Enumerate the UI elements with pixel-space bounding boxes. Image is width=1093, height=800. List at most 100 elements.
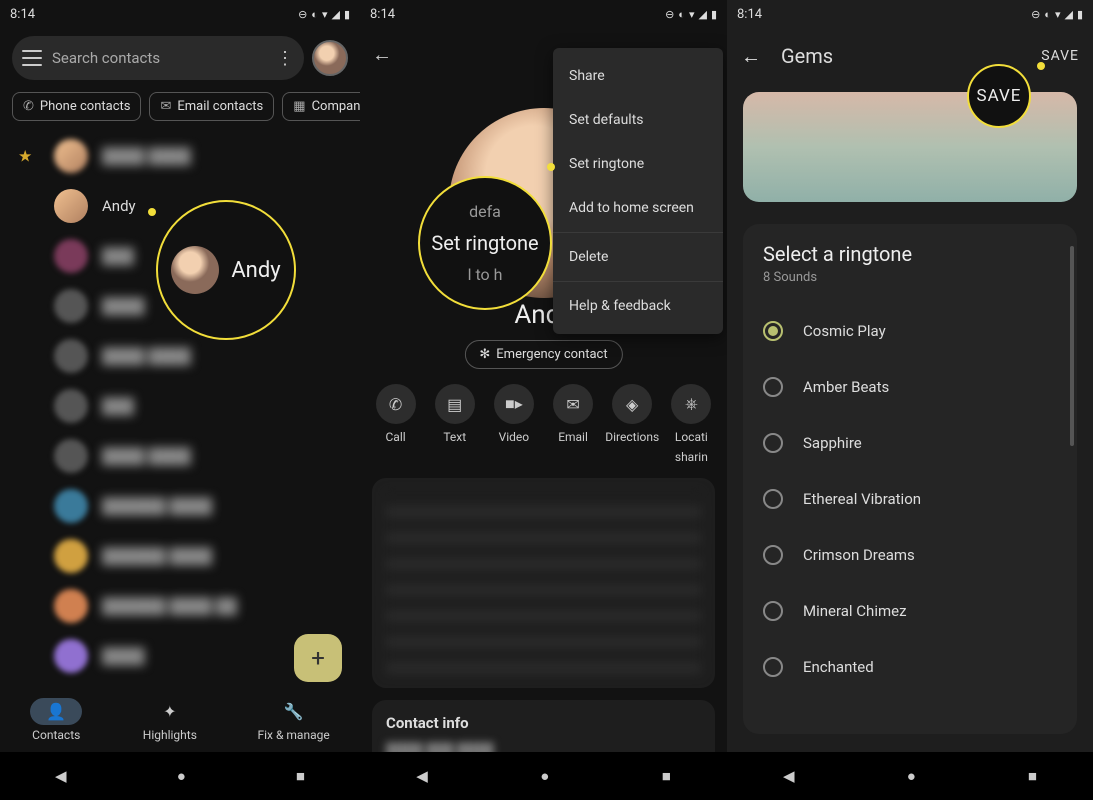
menu-share[interactable]: Share <box>553 54 723 98</box>
menu-help[interactable]: Help & feedback <box>553 284 723 328</box>
search-row: Search contacts ⋮ <box>0 28 360 88</box>
contact-avatar <box>54 589 88 623</box>
fab-add-contact[interactable]: + <box>294 634 342 682</box>
panel-contacts-list: 8:14 ⊖ ◐ ▾ ◢ ▮ Search contacts ⋮ ✆ Phone… <box>0 0 360 800</box>
chip-phone-contacts[interactable]: ✆ Phone contacts <box>12 92 141 121</box>
profile-avatar[interactable] <box>312 40 348 76</box>
wifi-icon: ▾ <box>322 8 328 21</box>
home-icon[interactable]: ● <box>540 767 549 785</box>
contact-avatar <box>54 489 88 523</box>
zoom-label: SAVE <box>977 86 1022 106</box>
back-arrow-icon[interactable]: ← <box>741 44 761 69</box>
nav-fix-manage[interactable]: 🔧 Fix & manage <box>257 698 329 742</box>
contact-row[interactable]: ██████ ████ <box>0 531 360 581</box>
nav-label: Highlights <box>143 728 197 742</box>
vibrate-icon: ◐ <box>1044 8 1051 21</box>
scrollbar[interactable] <box>1070 246 1074 446</box>
ringtone-option[interactable]: Sapphire <box>763 415 1057 471</box>
back-arrow-icon[interactable]: ← <box>372 42 392 67</box>
status-time: 8:14 <box>10 7 35 22</box>
action-video[interactable]: ■▸ Video <box>486 384 542 464</box>
highlights-icon: ✦ <box>147 698 192 725</box>
menu-delete[interactable]: Delete <box>553 235 723 279</box>
contact-avatar <box>54 239 88 273</box>
ringtone-header: ← Gems SAVE <box>727 28 1093 84</box>
back-icon[interactable]: ◀ <box>416 767 428 785</box>
nav-label: Contacts <box>32 728 80 742</box>
highlight-point <box>1037 62 1045 70</box>
action-directions[interactable]: ◈ Directions <box>604 384 660 464</box>
recent-icon[interactable]: ■ <box>1028 767 1037 785</box>
contact-row[interactable]: ██████ ████ ██ <box>0 581 360 631</box>
radio-icon <box>763 601 783 621</box>
ringtone-option[interactable]: Enchanted <box>763 639 1057 695</box>
bottom-nav: 👤 Contacts ✦ Highlights 🔧 Fix & manage <box>0 688 360 752</box>
contact-row[interactable]: ████ ████ <box>0 431 360 481</box>
dnd-icon: ⊖ <box>298 8 307 21</box>
ringtone-name: Enchanted <box>803 658 874 676</box>
hamburger-icon[interactable] <box>22 50 42 66</box>
home-icon[interactable]: ● <box>177 767 186 785</box>
back-icon[interactable]: ◀ <box>783 767 795 785</box>
contact-avatar <box>54 189 88 223</box>
home-icon[interactable]: ● <box>907 767 916 785</box>
system-nav: ◀ ● ■ <box>727 752 1093 800</box>
chip-label: Phone contacts <box>40 99 131 114</box>
save-button[interactable]: SAVE <box>1041 48 1079 64</box>
person-icon: 👤 <box>30 698 82 725</box>
battery-icon: ▮ <box>1077 8 1083 21</box>
contact-row[interactable]: ██████ ████ <box>0 481 360 531</box>
action-text[interactable]: ▤ Text <box>427 384 483 464</box>
recent-icon[interactable]: ■ <box>296 767 305 785</box>
nav-contacts[interactable]: 👤 Contacts <box>30 698 82 742</box>
signal-icon: ◢ <box>331 8 339 21</box>
contact-name: ██████ ████ <box>102 547 212 565</box>
action-call[interactable]: ✆ Call <box>368 384 424 464</box>
action-label: Video <box>499 430 530 444</box>
menu-separator <box>553 281 723 282</box>
chip-email-contacts[interactable]: ✉ Email contacts <box>149 92 274 121</box>
chip-company[interactable]: ▦ Compan <box>282 92 360 121</box>
recent-icon[interactable]: ■ <box>662 767 671 785</box>
back-icon[interactable]: ◀ <box>55 767 67 785</box>
radio-icon <box>763 489 783 509</box>
menu-set-ringtone[interactable]: Set ringtone <box>553 142 723 186</box>
menu-set-defaults[interactable]: Set defaults <box>553 98 723 142</box>
signal-icon: ◢ <box>698 8 706 21</box>
menu-separator <box>553 232 723 233</box>
menu-add-home[interactable]: Add to home screen <box>553 186 723 230</box>
ringtone-option[interactable]: Crimson Dreams <box>763 527 1057 583</box>
ringtone-list-card[interactable]: Select a ringtone 8 Sounds Cosmic PlayAm… <box>743 224 1077 734</box>
panel-ringtone-picker: 8:14 ⊖ ◐ ▾ ◢ ▮ ← Gems SAVE Select a ring… <box>727 0 1093 800</box>
contact-row[interactable]: ███ <box>0 381 360 431</box>
map-card[interactable] <box>372 478 715 688</box>
radio-icon <box>763 657 783 677</box>
contact-name: Andy <box>102 197 136 215</box>
ringtone-option[interactable]: Amber Beats <box>763 359 1057 415</box>
filter-chips: ✆ Phone contacts ✉ Email contacts ▦ Comp… <box>0 88 360 125</box>
status-time: 8:14 <box>737 7 762 22</box>
emergency-contact-chip[interactable]: ✻ Emergency contact <box>464 340 622 369</box>
contact-row[interactable]: ★ ████ ████ <box>0 131 360 181</box>
contact-name: ████ <box>102 297 145 315</box>
contacts-list[interactable]: ★ ████ ████ Andy ███ ████ ████ ████ ███ … <box>0 125 360 688</box>
ringtone-option[interactable]: Mineral Chimez <box>763 583 1057 639</box>
zoom-label: Andy <box>231 258 280 283</box>
more-icon[interactable]: ⋮ <box>276 48 294 69</box>
action-location[interactable]: ⎈ Locati sharin <box>663 384 719 464</box>
chip-label: Email contacts <box>177 99 263 114</box>
highlight-point <box>547 163 555 171</box>
ringtone-name: Mineral Chimez <box>803 602 907 620</box>
radio-icon <box>763 545 783 565</box>
contact-avatar <box>54 439 88 473</box>
nav-highlights[interactable]: ✦ Highlights <box>143 698 197 742</box>
contact-name: ███ <box>102 247 134 265</box>
search-bar[interactable]: Search contacts ⋮ <box>12 36 304 80</box>
contact-name: ████ ████ <box>102 447 191 465</box>
ringtone-option[interactable]: Ethereal Vibration <box>763 471 1057 527</box>
contact-row[interactable]: ████ ████ <box>0 331 360 381</box>
action-email[interactable]: ✉ Email <box>545 384 601 464</box>
dnd-icon: ⊖ <box>1031 8 1040 21</box>
contact-name: ███ <box>102 397 134 415</box>
ringtone-option[interactable]: Cosmic Play <box>763 303 1057 359</box>
